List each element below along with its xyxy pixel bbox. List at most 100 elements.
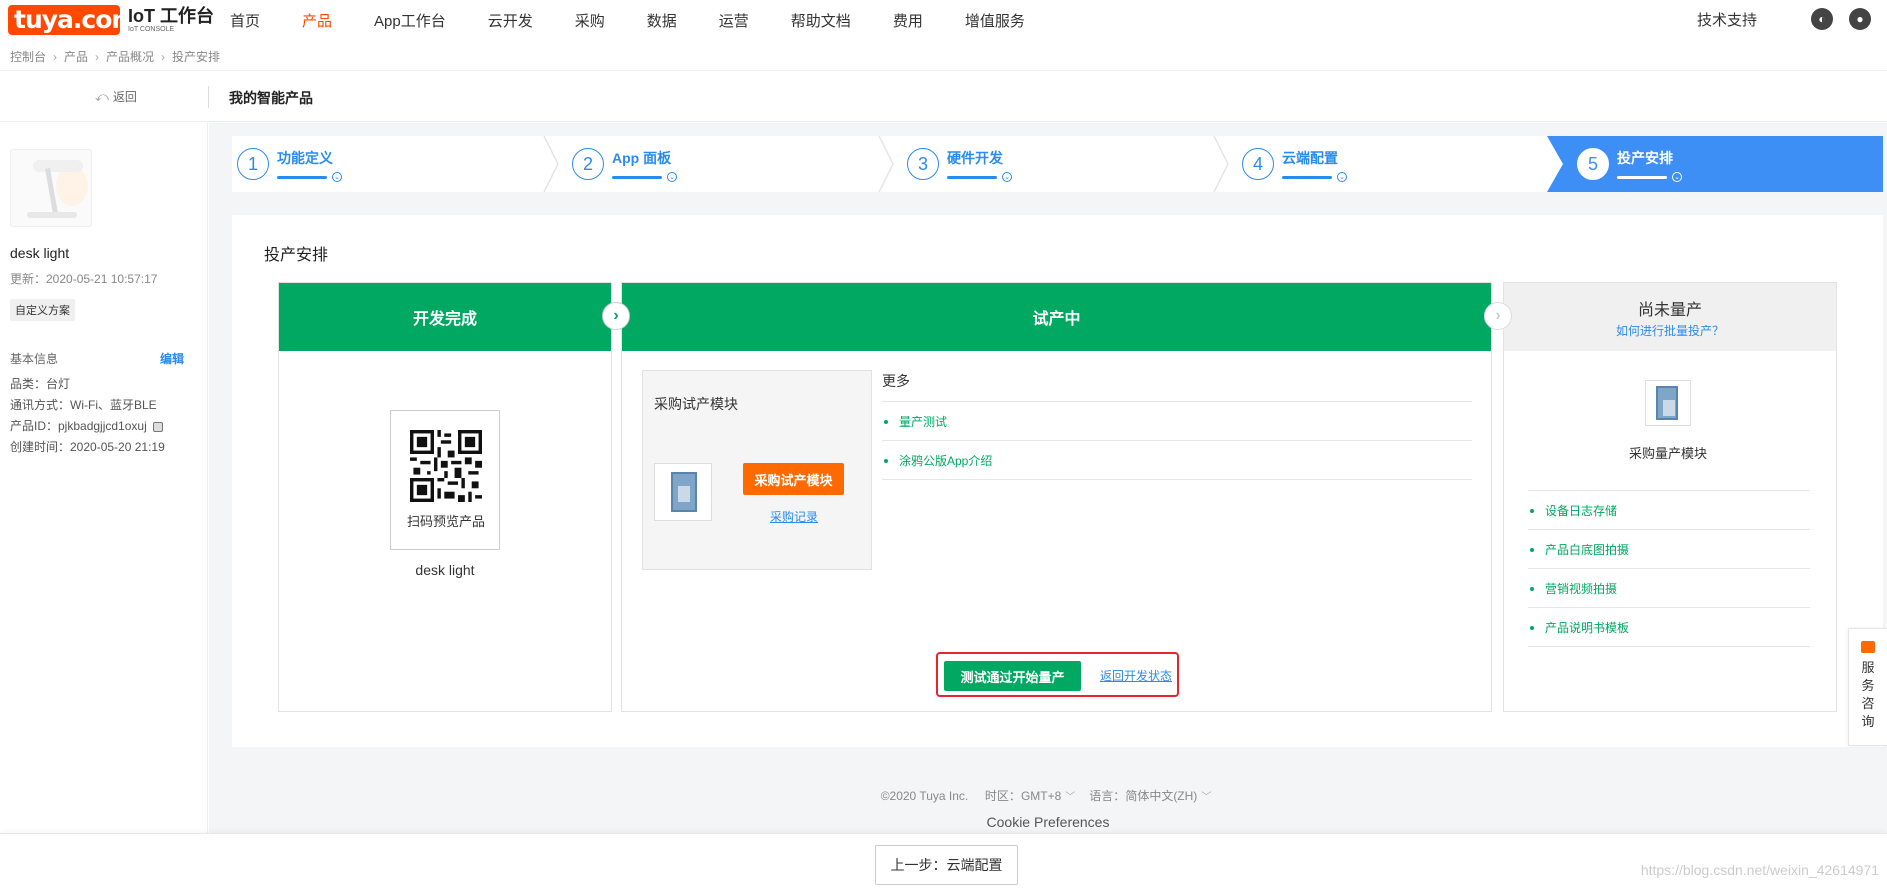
mass-module-image — [1645, 380, 1691, 426]
start-mass-production-button[interactable]: 测试通过开始量产 — [944, 661, 1081, 691]
nav-item-home[interactable]: 首页 — [230, 10, 260, 31]
trial-module-title: 采购试产模块 — [654, 396, 738, 412]
more-item-app-intro[interactable]: 涂鸦公版App介绍 — [884, 452, 992, 469]
chevron-down-icon[interactable]: ⌄ — [667, 172, 677, 182]
service-item-white-photo[interactable]: 产品白底图拍摄 — [1530, 541, 1629, 558]
chevron-down-icon[interactable]: ⌄ — [332, 172, 342, 182]
logo-title: IoT 工作台 — [128, 6, 214, 26]
chevron-down-icon[interactable]: ⌄ — [1337, 172, 1347, 182]
step-5-production[interactable]: 5 投产安排 ⌄ — [1577, 136, 1682, 192]
main-menu: 首页 产品 App工作台 云开发 采购 数据 运营 帮助文档 费用 增值服务 — [230, 0, 1067, 40]
step-separator — [878, 136, 894, 192]
chevron-down-icon: ﹀ — [1065, 792, 1076, 803]
chevron-right-icon: › — [1484, 302, 1512, 330]
trial-production-header: 试产中 — [622, 283, 1491, 351]
timezone-label: 时区： — [984, 789, 1021, 803]
edit-link[interactable]: 编辑 — [160, 350, 184, 367]
copyright: ©2020 Tuya Inc. — [880, 789, 969, 803]
chevron-down-icon[interactable]: ⌄ — [1672, 172, 1682, 182]
language-select[interactable]: 简体中文(ZH) — [1125, 789, 1197, 803]
chevron-right-icon: › — [602, 302, 630, 330]
logo[interactable]: tuya.com IoT 工作台 IoT CONSOLE — [8, 5, 214, 35]
divider — [1528, 529, 1810, 530]
breadcrumb: 控制台 › 产品 › 产品概况 › 投产安排 — [10, 48, 220, 65]
qr-label: 扫码预览产品 — [406, 514, 485, 529]
page-title: 我的智能产品 — [229, 90, 313, 106]
nav-item-purchase[interactable]: 采购 — [575, 10, 605, 31]
nav-item-cloud-dev[interactable]: 云开发 — [488, 10, 533, 31]
nav-item-data[interactable]: 数据 — [647, 10, 677, 31]
more-heading: 更多 — [882, 373, 910, 389]
start-production-actions: 测试通过开始量产 返回开发状态 — [936, 652, 1179, 697]
nav-item-value-added[interactable]: 增值服务 — [965, 10, 1025, 31]
globe-icon[interactable]: ◐ — [1811, 8, 1833, 30]
chevron-right-icon: › — [53, 49, 58, 64]
step-4-cloud-config[interactable]: 4 云端配置 ⌄ — [1242, 136, 1347, 192]
prev-step-button[interactable]: 上一步：云端配置 — [875, 845, 1018, 885]
service-item-log-storage[interactable]: 设备日志存储 — [1530, 502, 1617, 519]
purchase-record-link[interactable]: 采购记录 — [770, 508, 818, 525]
mass-module-label: 采购量产模块 — [1628, 446, 1707, 461]
breadcrumb-products[interactable]: 产品 — [64, 48, 88, 65]
nav-item-help-docs[interactable]: 帮助文档 — [791, 10, 851, 31]
divider — [1528, 607, 1810, 608]
nav-item-app-workbench[interactable]: App工作台 — [374, 10, 446, 31]
qr-product-name: desk light — [415, 562, 475, 578]
buy-trial-module-button[interactable]: 采购试产模块 — [743, 463, 844, 495]
chevron-down-icon[interactable]: ⌄ — [1002, 172, 1012, 182]
product-id: 产品ID：pjkbadgjjcd1oxuj — [10, 419, 147, 433]
service-item-manual-template[interactable]: 产品说明书模板 — [1530, 619, 1629, 636]
more-item-mass-test[interactable]: 量产测试 — [884, 413, 947, 430]
card-title: 投产安排 — [264, 247, 329, 264]
chevron-right-icon: › — [161, 49, 166, 64]
step-3-hardware-dev[interactable]: 3 硬件开发 ⌄ — [907, 136, 1012, 192]
chat-icon — [1861, 641, 1875, 653]
service-item-marketing-video[interactable]: 营销视频拍摄 — [1530, 580, 1617, 597]
product-sidebar: desk light 更新：2020-05-21 10:57:17 自定义方案 … — [0, 123, 208, 833]
user-avatar-icon[interactable]: ● — [1849, 8, 1871, 30]
tech-support-link[interactable]: 技术支持 — [1697, 9, 1757, 30]
product-created-time: 创建时间：2020-05-20 21:19 — [10, 440, 165, 454]
qr-code-icon — [410, 430, 482, 502]
divider — [882, 479, 1472, 480]
module-image — [654, 463, 712, 521]
timezone-select[interactable]: GMT+8 — [1021, 789, 1061, 803]
basic-info-heading: 基本信息 — [10, 352, 59, 366]
breadcrumb-product-overview[interactable]: 产品概况 — [106, 48, 154, 65]
step-separator — [543, 136, 559, 192]
divider — [1528, 646, 1810, 647]
step-separator — [1213, 136, 1229, 192]
chevron-down-icon: ﹀ — [1201, 792, 1212, 803]
product-image — [10, 149, 92, 227]
back-button[interactable]: ⤺ 返回 — [95, 88, 137, 105]
not-mass-produced-column: 尚未量产 如何进行批量投产？ — [1503, 282, 1837, 712]
service-consult-button[interactable]: 服 务 咨 询 — [1848, 628, 1887, 746]
tuya-logo: tuya.com — [8, 5, 137, 35]
divider — [882, 440, 1472, 441]
nav-item-operations[interactable]: 运营 — [719, 10, 749, 31]
nav-item-billing[interactable]: 费用 — [893, 10, 923, 31]
chevron-right-icon: › — [95, 49, 100, 64]
language-label: 语言： — [1089, 789, 1126, 803]
breadcrumb-console[interactable]: 控制台 — [10, 48, 46, 65]
product-updated-time: 更新：2020-05-21 10:57:17 — [10, 272, 158, 286]
step-progress-bar: 1 功能定义 ⌄ 2 App 面板 ⌄ 3 硬件开发 ⌄ 4 云端配置 ⌄ 5 … — [232, 136, 1883, 192]
back-to-dev-link[interactable]: 返回开发状态 — [1100, 667, 1172, 684]
divider — [208, 86, 209, 108]
watermark: https://blog.csdn.net/weixin_42614971 — [1640, 862, 1879, 878]
breadcrumb-current: 投产安排 — [172, 50, 221, 64]
nav-item-products[interactable]: 产品 — [302, 10, 332, 31]
divider — [1528, 490, 1810, 491]
logo-subtitle: IoT CONSOLE — [128, 26, 175, 33]
trial-module-panel: 采购试产模块 采购试产模块 采购记录 — [642, 370, 872, 570]
how-to-mass-produce-link[interactable]: 如何进行批量投产？ — [1616, 322, 1724, 339]
scheme-tag: 自定义方案 — [10, 299, 75, 321]
qr-preview-box[interactable]: 扫码预览产品 — [390, 410, 500, 550]
dev-complete-header: 开发完成 — [279, 283, 611, 351]
copy-icon[interactable] — [152, 421, 163, 432]
step-2-app-panel[interactable]: 2 App 面板 ⌄ — [572, 136, 677, 192]
top-nav: tuya.com IoT 工作台 IoT CONSOLE 首页 产品 App工作… — [0, 0, 1887, 40]
cookie-preferences-link[interactable]: Cookie Preferences — [209, 814, 1887, 830]
step-1-function-definition[interactable]: 1 功能定义 ⌄ — [237, 136, 342, 192]
footer: ©2020 Tuya Inc. 时区：GMT+8 ﹀ 语言：简体中文(ZH) ﹀ — [209, 787, 1887, 804]
